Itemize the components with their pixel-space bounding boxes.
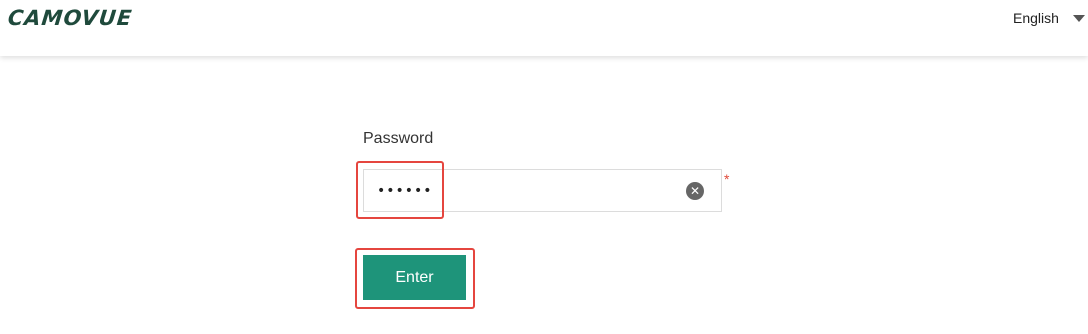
camovue-logo: CAMOVUE (6, 6, 134, 30)
top-header: CAMOVUE English (0, 0, 1088, 56)
password-label: Password (363, 130, 434, 147)
language-selector[interactable]: English (1013, 10, 1085, 26)
caret-down-icon (1072, 14, 1085, 22)
language-label: English (1013, 10, 1059, 26)
password-highlight-box (356, 161, 444, 219)
clear-circle-icon[interactable]: ✕ (686, 182, 704, 200)
enter-highlight-box (355, 248, 475, 309)
required-marker: * (724, 171, 730, 187)
